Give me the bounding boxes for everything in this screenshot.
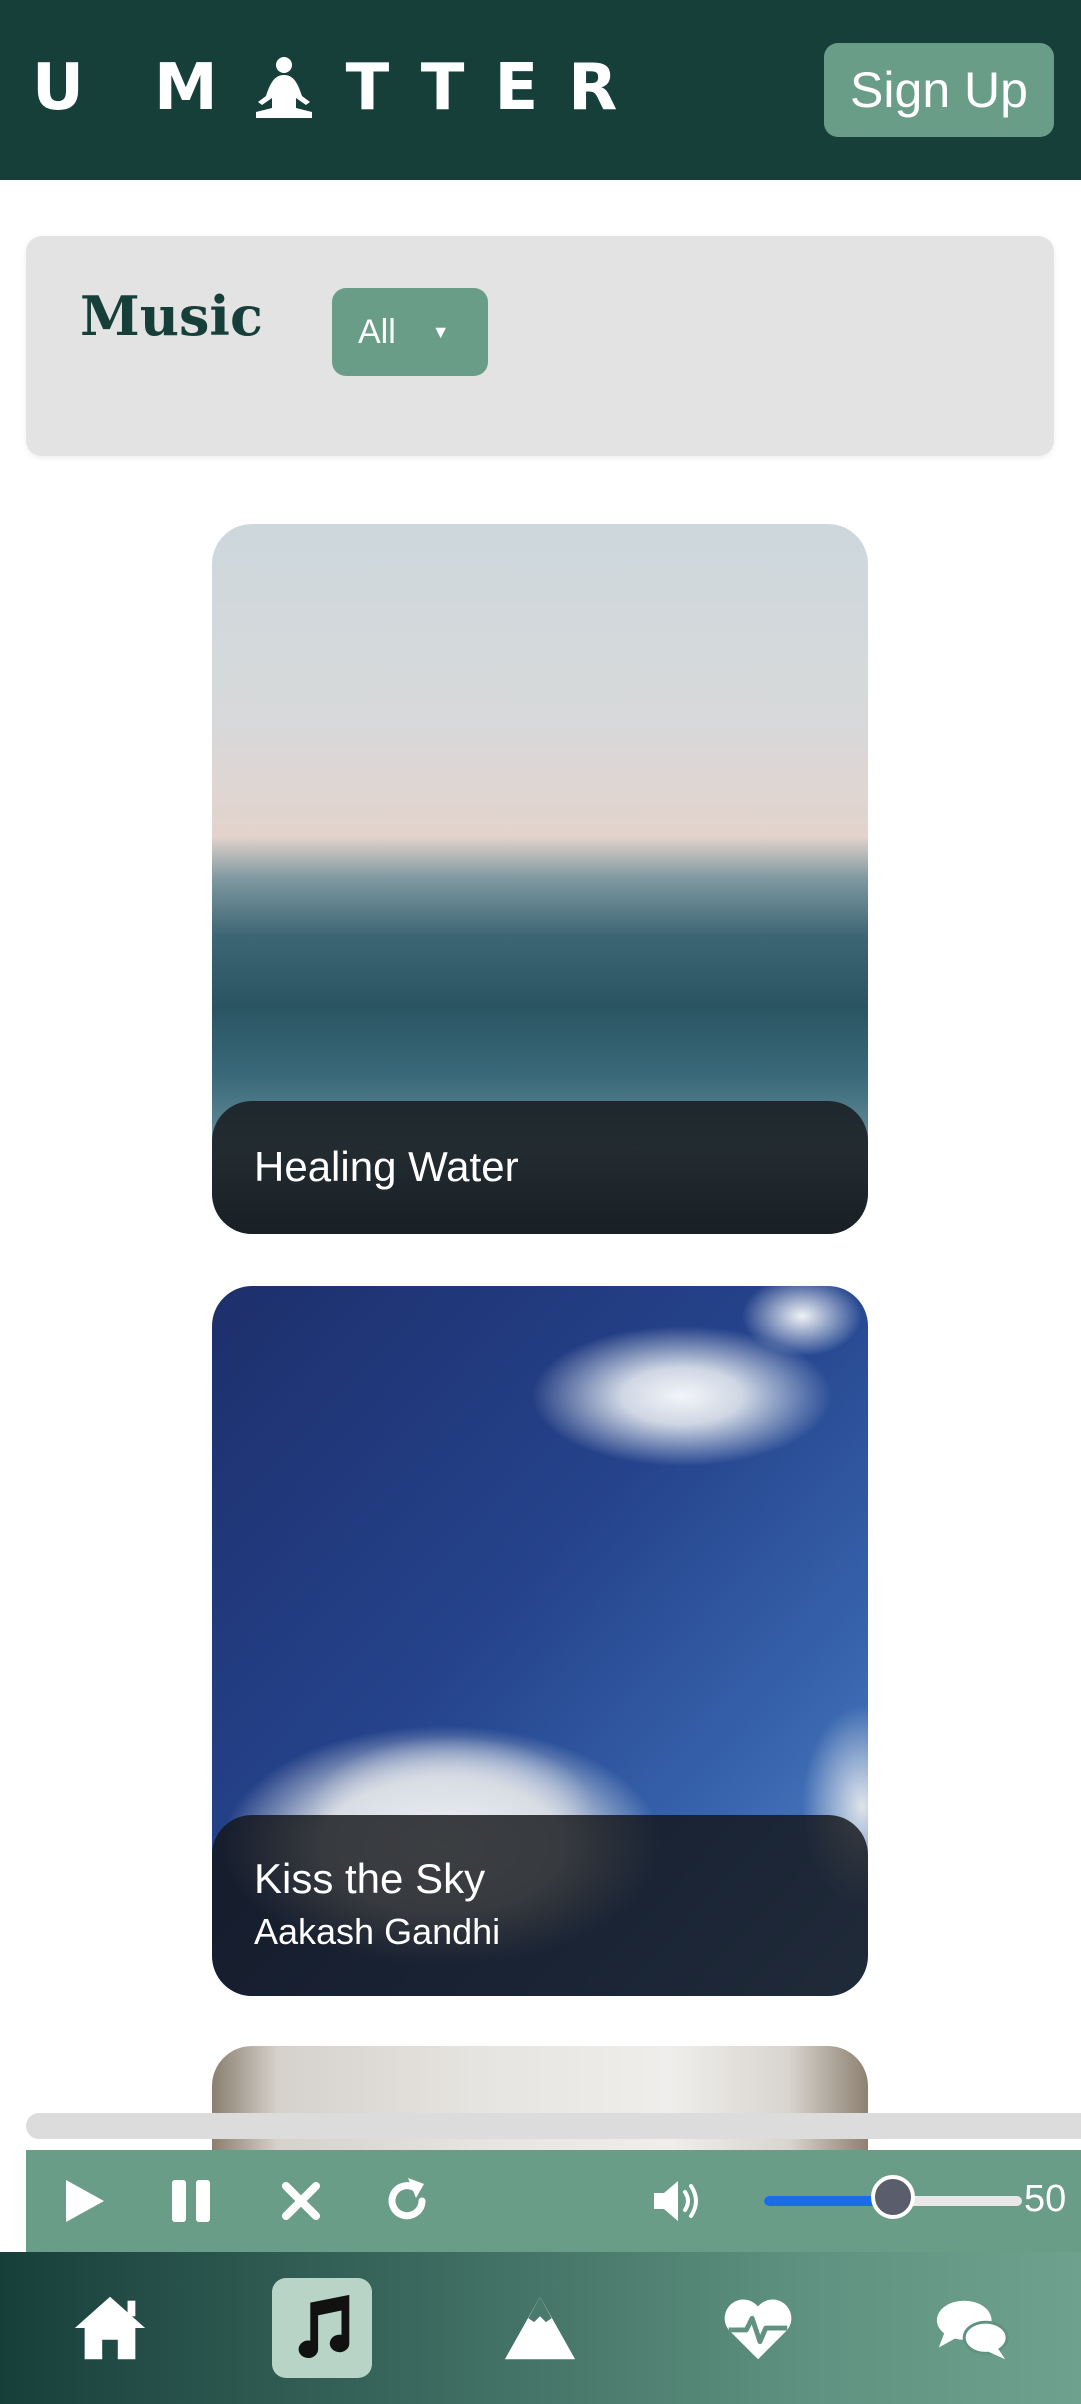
track-title: Healing Water [254,1143,519,1190]
track-title: Kiss the Sky [254,1855,486,1902]
track-artist: Aakash Gandhi [254,1911,501,1952]
play-icon[interactable] [56,2174,110,2228]
volume-slider-thumb[interactable] [871,2175,915,2219]
track-card-healing-water[interactable]: Healing Water [212,524,868,1234]
nav-mountain-icon[interactable] [490,2278,590,2378]
app-header: U M TTER Sign Up [0,0,1081,180]
volume-slider[interactable] [764,2175,1022,2219]
nav-heartbeat-icon[interactable] [708,2278,808,2378]
logo-letter-u: U [32,51,114,125]
close-icon[interactable] [274,2174,328,2228]
logo-letter-m: M [153,51,248,125]
sign-up-button[interactable]: Sign Up [824,43,1054,137]
category-filter-select[interactable]: All ▼ [332,288,488,376]
track-caption: Healing Water [212,1101,868,1234]
playback-progress-bar[interactable] [26,2113,1081,2139]
logo-letters-tter: TTER [345,51,648,125]
dropdown-caret-icon: ▼ [431,321,450,342]
meditation-figure-icon [255,57,312,118]
track-card-kiss-the-sky[interactable]: Kiss the Sky Aakash Gandhi [212,1286,868,1996]
replay-icon[interactable] [380,2174,434,2228]
nav-chat-icon[interactable] [922,2278,1022,2378]
bottom-navigation [0,2252,1081,2404]
volume-icon[interactable] [650,2176,706,2226]
audio-player: 50 [26,2150,1081,2252]
pause-icon[interactable] [164,2174,218,2228]
nav-music-note-icon[interactable] [272,2278,372,2378]
music-filter-panel: Music All ▼ [26,236,1054,456]
volume-value: 50 [1024,2178,1067,2220]
app-logo[interactable]: U M TTER [32,48,647,128]
page-title: Music [80,284,263,348]
nav-home-icon[interactable] [60,2278,160,2378]
track-caption: Kiss the Sky Aakash Gandhi [212,1815,868,1996]
filter-selected-value: All [358,312,396,351]
